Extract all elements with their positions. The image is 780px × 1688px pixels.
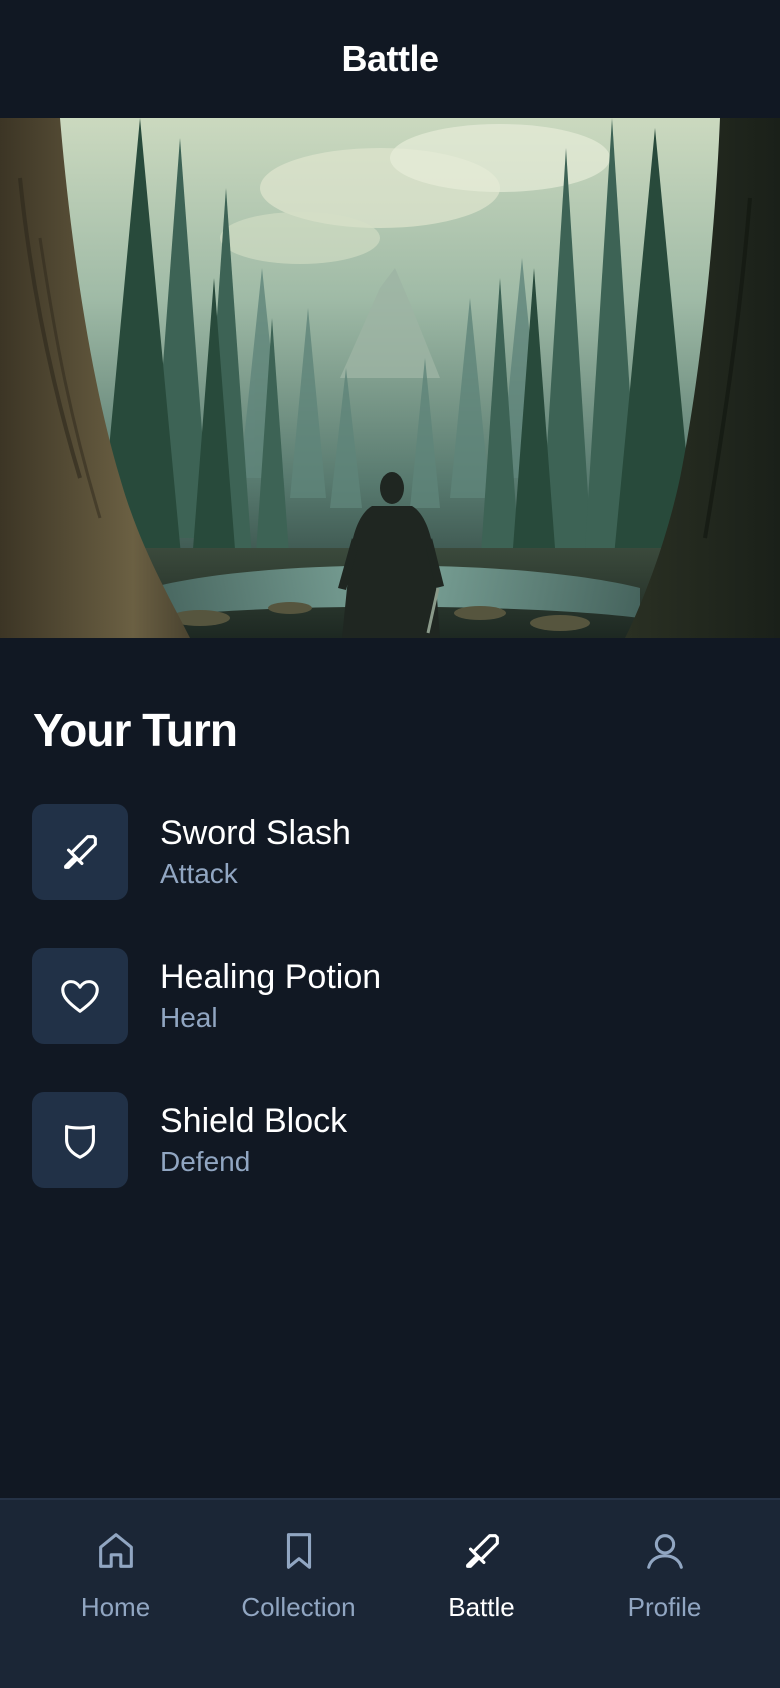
- bottom-nav: Home Collection Battle Profile: [0, 1498, 780, 1688]
- action-shield-block[interactable]: Shield Block Defend: [32, 1092, 748, 1188]
- action-icon-tile: [32, 804, 128, 900]
- action-list: Sword Slash Attack Healing Potion Heal S…: [32, 804, 748, 1236]
- action-type: Attack: [160, 858, 238, 889]
- shield-icon: [65, 1125, 95, 1159]
- nav-item-battle[interactable]: Battle: [392, 1500, 572, 1688]
- nav-label: Home: [80, 1592, 151, 1622]
- bookmark-icon: [286, 1533, 311, 1569]
- action-type: Heal: [160, 1002, 218, 1033]
- home-icon: [98, 1533, 133, 1568]
- app-header: Battle: [0, 0, 780, 118]
- nav-item-collection[interactable]: Collection: [209, 1500, 389, 1688]
- heart-icon: [61, 980, 99, 1013]
- page-title: Battle: [341, 38, 439, 79]
- action-type: Defend: [160, 1146, 251, 1177]
- action-icon-tile: [32, 1092, 128, 1188]
- nav-label: Battle: [448, 1592, 515, 1622]
- nav-item-home[interactable]: Home: [26, 1500, 206, 1688]
- nav-label: Profile: [627, 1592, 702, 1622]
- user-icon: [646, 1534, 683, 1569]
- action-name: Sword Slash: [160, 814, 351, 852]
- sword-icon: [64, 835, 97, 869]
- sword-icon: [465, 1534, 499, 1568]
- action-sword-slash[interactable]: Sword Slash Attack: [32, 804, 748, 900]
- nav-item-profile[interactable]: Profile: [575, 1500, 755, 1688]
- action-name: Shield Block: [160, 1102, 348, 1140]
- action-name: Healing Potion: [160, 958, 382, 996]
- action-icon-tile: [32, 948, 128, 1044]
- action-healing-potion[interactable]: Healing Potion Heal: [32, 948, 748, 1044]
- battle-scene-image: [0, 118, 780, 638]
- nav-label: Collection: [241, 1592, 356, 1622]
- turn-heading: Your Turn: [33, 704, 238, 756]
